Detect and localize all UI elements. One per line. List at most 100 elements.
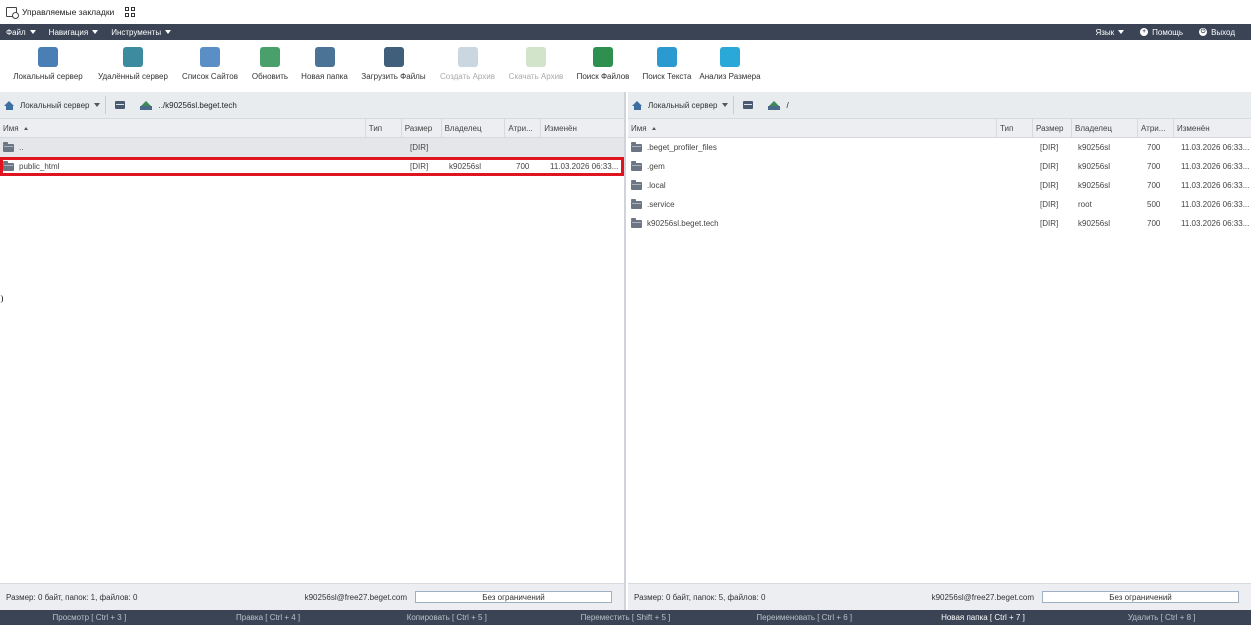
table-row[interactable]: .. [DIR] — [0, 138, 624, 157]
left-column-header: Имя Тип Размер Владелец Атри... Изменён — [0, 118, 624, 138]
chevron-down-icon — [29, 30, 36, 34]
menu-navigation[interactable]: Навигация — [43, 28, 106, 37]
toolbar-button-home-server[interactable]: Локальный сервер — [5, 40, 91, 81]
function-bar: Просмотр [ Ctrl + 3 ] Правка [ Ctrl + 4 ]… — [0, 610, 1251, 625]
menu-navigation-label: Навигация — [48, 27, 89, 37]
toolbar-button-upload[interactable]: Загрузить Файлы — [354, 40, 433, 81]
toolbar-button-remote-server[interactable]: Удалённый сервер — [91, 40, 175, 81]
col-modified[interactable]: Изменён — [1174, 119, 1251, 138]
table-row[interactable]: .gem [DIR] k90256sl 700 11.03.2026 06:33... — [628, 157, 1251, 176]
function-button[interactable]: Новая папка [ Ctrl + 7 ] — [894, 613, 1073, 622]
toolbar-button-label: Создать Архив — [439, 72, 496, 81]
function-button[interactable]: Переименовать [ Ctrl + 6 ] — [715, 613, 894, 622]
function-button[interactable]: Удалить [ Ctrl + 8 ] — [1072, 613, 1251, 622]
toolbar-button-search-text[interactable]: Поиск Текста — [636, 40, 698, 81]
function-button[interactable]: Копировать [ Ctrl + 5 ] — [357, 613, 536, 622]
right-quota-bar: Без ограничений — [1042, 591, 1239, 603]
right-column-header: Имя Тип Размер Владелец Атри... Изменён — [628, 118, 1251, 138]
col-type[interactable]: Тип — [997, 118, 1033, 138]
drive-icon[interactable] — [115, 101, 126, 109]
left-server-select[interactable]: Локальный сервер — [20, 100, 101, 110]
col-attrs[interactable]: Атри... — [505, 118, 542, 138]
toolbar-button-refresh[interactable]: Обновить — [245, 40, 295, 81]
toolbar-button-search-files[interactable]: Поиск Файлов — [570, 40, 636, 81]
home-server-icon — [38, 47, 58, 67]
menu-logout[interactable]: ⏻ Выход — [1191, 28, 1243, 37]
home-icon — [4, 100, 15, 110]
bookmarks-bar: Управляемые закладки — [0, 0, 1251, 24]
function-button[interactable]: Просмотр [ Ctrl + 3 ] — [0, 613, 179, 622]
left-server-label: Локальный сервер — [20, 100, 90, 110]
file-size: [DIR] — [410, 162, 429, 171]
refresh-icon — [260, 47, 280, 67]
menu-help[interactable]: + Помощь — [1132, 28, 1191, 37]
toolbar-button-label: Поиск Текста — [642, 72, 692, 81]
function-button[interactable]: Правка [ Ctrl + 4 ] — [179, 613, 358, 622]
toolbar-button-label: Новая папка — [301, 72, 348, 81]
col-owner[interactable]: Владелец — [1072, 118, 1138, 138]
col-modified[interactable]: Изменён — [541, 119, 624, 138]
table-row[interactable]: .service [DIR] root 500 11.03.2026 06:33... — [628, 195, 1251, 214]
col-size[interactable]: Размер — [402, 118, 442, 138]
right-path: / — [786, 100, 789, 110]
chevron-down-icon — [94, 103, 101, 107]
right-status-text: Размер: 0 байт, папок: 5, файлов: 0 — [634, 592, 766, 602]
apps-grid-icon[interactable] — [125, 7, 136, 17]
col-name[interactable]: Имя — [0, 118, 366, 138]
col-size[interactable]: Размер — [1033, 118, 1072, 138]
up-folder-icon[interactable] — [768, 100, 781, 110]
file-name: .local — [647, 181, 666, 190]
function-button[interactable]: Переместить [ Shift + 5 ] — [536, 613, 715, 622]
left-panel: Локальный сервер ../k90256sl.beget.tech … — [0, 92, 626, 610]
file-owner: k90256sl — [1078, 162, 1111, 171]
col-owner-label: Владелец — [444, 123, 482, 133]
menu-tools[interactable]: Инструменты — [105, 28, 178, 37]
table-row[interactable]: public_html [DIR] k90256sl 700 11.03.202… — [0, 157, 624, 176]
folder-icon — [631, 179, 642, 190]
left-path: ../k90256sl.beget.tech — [158, 100, 237, 110]
toolbar-button-site-list[interactable]: Список Сайтов — [175, 40, 245, 81]
file-size: [DIR] — [1040, 162, 1059, 171]
toolbar: Локальный сервер Удалённый сервер Список С… — [0, 40, 1251, 92]
toolbar-button-label: Обновить — [251, 72, 289, 81]
col-owner-label: Владелец — [1075, 123, 1113, 133]
chevron-down-icon — [165, 30, 172, 34]
folder-icon — [3, 160, 14, 171]
file-attrs: 700 — [1147, 219, 1161, 228]
toolbar-button-new-folder[interactable]: Новая папка — [295, 40, 354, 81]
menu-bar: Файл Навигация Инструменты Язык + Помощь … — [0, 24, 1251, 40]
drive-icon[interactable] — [743, 101, 754, 109]
col-attrs-label: Атри... — [508, 123, 533, 133]
managed-bookmarks-link[interactable]: Управляемые закладки — [22, 7, 114, 17]
sort-asc-icon — [651, 126, 656, 130]
file-attrs: 700 — [1147, 181, 1161, 190]
table-row[interactable]: .local [DIR] k90256sl 700 11.03.2026 06:33..… — [628, 176, 1251, 195]
table-row[interactable]: .beget_profiler_files [DIR] k90256sl 700 11.… — [628, 138, 1251, 157]
right-status-bar: Размер: 0 байт, папок: 5, файлов: 0 k902… — [628, 583, 1251, 610]
folder-icon — [631, 217, 642, 228]
col-name[interactable]: Имя — [628, 118, 997, 138]
right-server-select[interactable]: Локальный сервер — [648, 101, 729, 110]
menu-language[interactable]: Язык — [1087, 28, 1132, 37]
col-type-label: Тип — [368, 123, 383, 133]
col-owner[interactable]: Владелец — [442, 118, 506, 138]
toolbar-button-label: Анализ Размера — [699, 72, 761, 81]
menu-tools-label: Инструменты — [111, 27, 162, 37]
home-icon — [632, 100, 643, 110]
col-attrs[interactable]: Атри... — [1138, 118, 1174, 138]
table-row[interactable]: k90256sl.beget.tech [DIR] k90256sl 700 11.03… — [628, 214, 1251, 233]
sort-asc-icon — [23, 126, 28, 130]
toolbar-button-label: Локальный сервер — [13, 72, 83, 81]
toolbar-button-size-analysis[interactable]: Анализ Размера — [698, 40, 762, 81]
file-owner: k90256sl — [1078, 181, 1111, 190]
col-type[interactable]: Тип — [366, 118, 402, 138]
file-attrs: 700 — [1147, 162, 1161, 171]
left-quota-bar: Без ограничений — [415, 591, 612, 603]
col-attrs-label: Атри... — [1141, 123, 1166, 133]
file-owner: k90256sl — [1078, 219, 1111, 228]
up-folder-icon[interactable] — [140, 100, 153, 110]
file-modified: 11.03.2026 06:33... — [1181, 181, 1249, 190]
new-folder-icon — [314, 47, 335, 67]
folder-icon — [631, 198, 642, 209]
menu-file[interactable]: Файл — [0, 28, 43, 37]
